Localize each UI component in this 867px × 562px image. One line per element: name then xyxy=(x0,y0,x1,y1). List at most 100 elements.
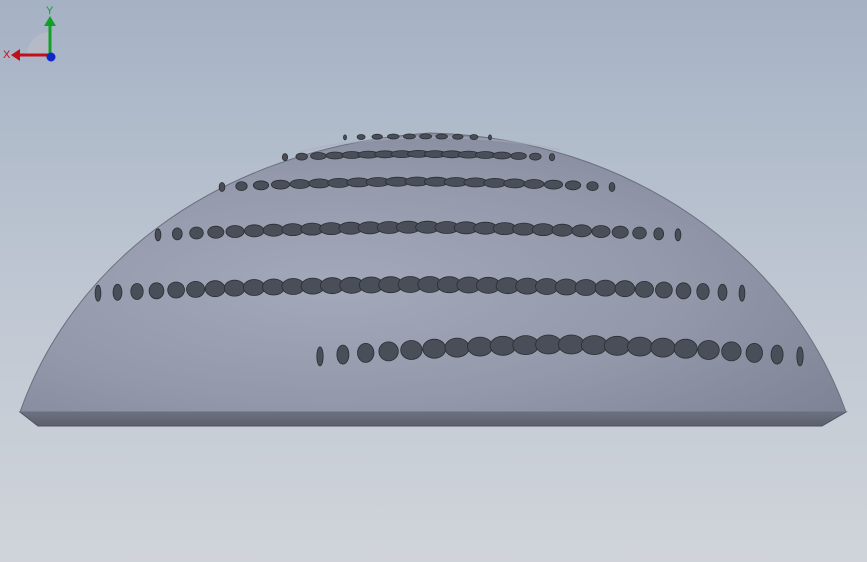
hole xyxy=(207,225,225,239)
hole xyxy=(402,133,416,140)
hole xyxy=(343,134,347,141)
hole xyxy=(544,179,564,190)
hemisphere-model[interactable] xyxy=(18,132,848,427)
hole xyxy=(523,179,545,189)
dome-base-rim xyxy=(18,411,848,427)
hole xyxy=(535,334,562,355)
hole xyxy=(634,280,654,298)
hole xyxy=(172,227,183,241)
y-axis-arrow-icon xyxy=(44,16,56,26)
hole xyxy=(608,182,616,192)
hole xyxy=(603,335,631,356)
hole xyxy=(235,181,248,192)
hole xyxy=(467,336,493,357)
hole xyxy=(580,335,608,356)
hole xyxy=(357,342,375,363)
hole xyxy=(614,280,636,298)
hole xyxy=(674,228,682,242)
hole xyxy=(316,346,324,367)
hole xyxy=(167,281,185,299)
hole xyxy=(295,152,308,161)
hole xyxy=(400,340,423,360)
hole xyxy=(225,225,245,238)
hole xyxy=(204,280,226,298)
hole xyxy=(492,151,512,160)
hole xyxy=(218,182,226,192)
y-axis-label: Y xyxy=(46,5,54,17)
hole xyxy=(558,334,585,355)
hole xyxy=(474,151,496,159)
hole xyxy=(310,152,327,160)
hole xyxy=(586,181,599,192)
hole xyxy=(745,342,763,363)
hole xyxy=(697,340,720,360)
hole xyxy=(244,224,265,238)
hole xyxy=(571,224,592,238)
hole xyxy=(223,279,246,297)
hole xyxy=(378,341,399,362)
hole xyxy=(627,336,653,357)
hole xyxy=(512,335,539,356)
hole xyxy=(529,152,542,161)
hole xyxy=(419,133,433,140)
hole xyxy=(770,344,784,365)
hole xyxy=(488,134,492,141)
hole xyxy=(336,344,350,365)
x-axis-arrow-icon xyxy=(11,49,20,61)
x-axis-label: X xyxy=(3,49,11,61)
dome-surface xyxy=(19,132,847,413)
hole xyxy=(591,225,611,238)
hole xyxy=(356,134,366,140)
hole xyxy=(325,151,345,160)
hole xyxy=(675,282,692,300)
hole xyxy=(469,134,479,140)
hole xyxy=(696,283,710,300)
hole xyxy=(650,337,676,358)
hole xyxy=(289,179,311,189)
hole xyxy=(796,346,804,367)
hole xyxy=(655,281,673,299)
hole xyxy=(281,153,289,162)
hole xyxy=(112,283,123,301)
hole xyxy=(551,223,574,237)
hole xyxy=(262,278,286,296)
triad-plane-icon xyxy=(27,32,50,55)
hole xyxy=(94,284,102,302)
hole xyxy=(371,133,383,140)
hole xyxy=(387,133,400,140)
hole xyxy=(489,335,517,356)
hole xyxy=(483,177,507,188)
hole xyxy=(243,279,266,296)
z-axis-icon xyxy=(46,52,56,62)
hole xyxy=(594,279,617,297)
hole xyxy=(444,337,470,358)
hole xyxy=(252,180,270,191)
hole xyxy=(721,341,742,362)
hole xyxy=(503,178,526,189)
hole xyxy=(262,223,285,237)
model-canvas[interactable] xyxy=(0,0,867,562)
hole xyxy=(548,153,556,162)
hole xyxy=(452,133,464,140)
hole xyxy=(512,222,536,236)
hole xyxy=(154,228,162,242)
hole xyxy=(535,278,559,295)
hole xyxy=(653,227,664,241)
hole xyxy=(673,338,698,359)
hole xyxy=(130,283,144,300)
graphics-viewport[interactable]: Y X xyxy=(0,0,867,562)
hole xyxy=(435,133,448,140)
hole xyxy=(564,180,582,191)
hole xyxy=(186,280,206,298)
hole xyxy=(531,223,555,237)
hole xyxy=(308,178,331,189)
hole xyxy=(148,282,165,300)
hole xyxy=(574,279,598,296)
hole xyxy=(281,223,305,237)
hole xyxy=(717,283,728,301)
hole xyxy=(270,179,290,190)
hole xyxy=(554,278,578,296)
coordinate-triad: Y X xyxy=(3,5,56,62)
hole xyxy=(189,226,204,240)
hole xyxy=(632,226,647,240)
